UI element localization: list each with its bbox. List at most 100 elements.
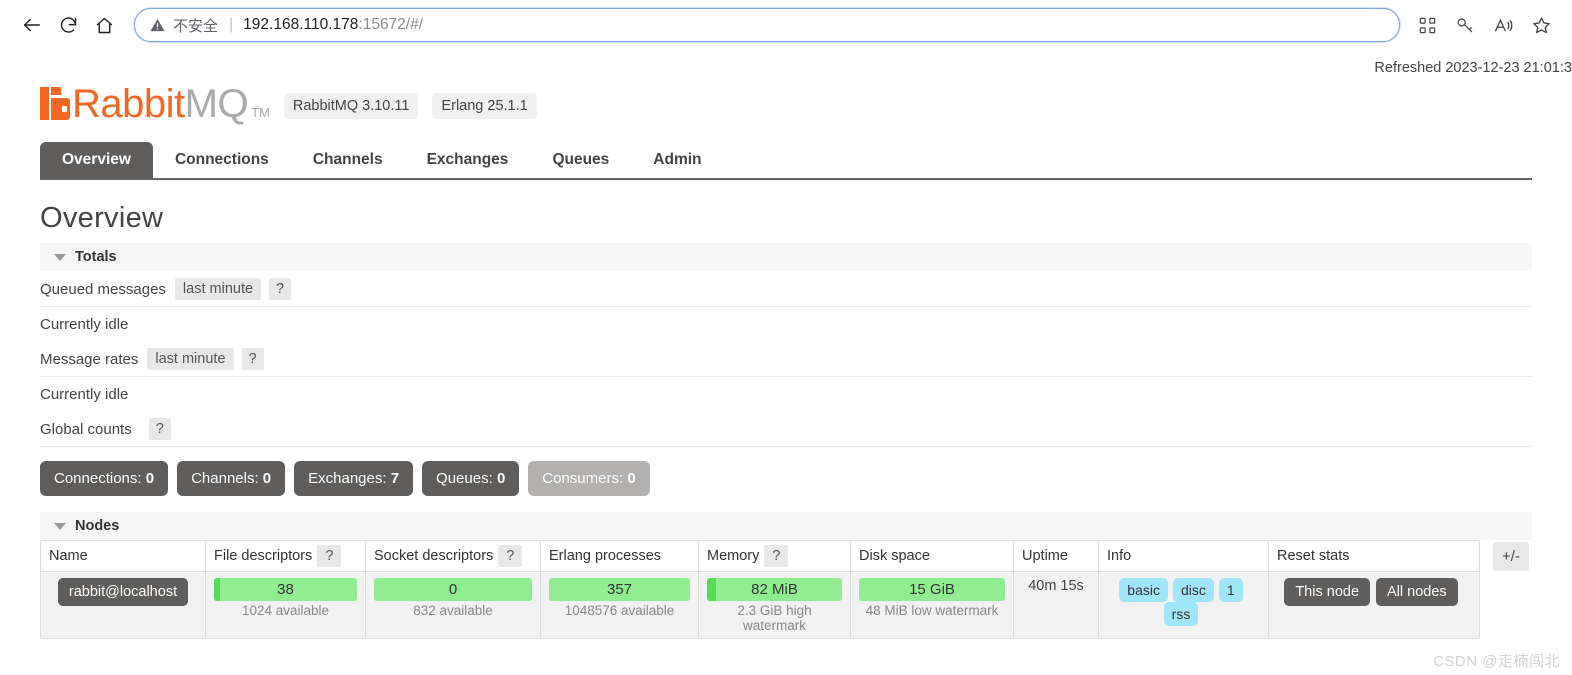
node-uptime-cell: 40m 15s [1013,571,1099,639]
memory-bar: 82 MiB [707,578,842,601]
star-icon[interactable] [1524,8,1558,42]
count-consumers-value: 0 [627,470,636,487]
column-info-label: Info [1107,548,1132,564]
brand-header: Rabbit MQ TM RabbitMQ 3.10.11 Erlang 25.… [40,50,1532,124]
count-channels[interactable]: Channels: 0 [177,461,286,496]
global-counts-help-icon[interactable]: ? [148,418,171,440]
message-rates-period-select[interactable]: last minute [147,348,234,370]
browser-action-icons [1410,8,1558,42]
socket-descriptors-help-icon[interactable]: ? [498,545,523,567]
collapse-caret-icon[interactable] [54,522,66,530]
count-exchanges-label: Exchanges: [308,470,387,487]
column-info[interactable]: Info [1098,540,1269,572]
rabbitmq-logo[interactable]: Rabbit MQ TM [40,84,270,124]
node-memory-cell: 82 MiB 2.3 GiB high watermark [698,571,851,639]
node-socket-descriptors-cell: 0 832 available [365,571,541,639]
table-header-row: Name File descriptors? Socket descriptor… [40,540,1480,572]
not-secure-warning-icon [150,18,165,31]
socket-descriptors-bar: 0 [374,578,532,601]
column-memory-label: Memory [707,548,760,564]
info-badge-count[interactable]: 1 [1218,578,1243,602]
queued-messages-help-icon[interactable]: ? [269,278,292,300]
logo-trademark: TM [251,105,270,120]
global-counts-row: Global counts ? [40,411,1532,447]
count-connections[interactable]: Connections: 0 [40,461,169,496]
node-name-badge[interactable]: rabbit@localhost [57,578,189,606]
reset-this-node-button[interactable]: This node [1284,578,1371,606]
qr-code-icon[interactable] [1410,8,1444,42]
socket-descriptors-value: 0 [448,581,458,598]
erlang-version-badge: Erlang 25.1.1 [432,93,537,119]
node-info-cell: basic disc 1 rss [1098,571,1269,639]
tab-connections[interactable]: Connections [153,142,291,178]
count-consumers[interactable]: Consumers: 0 [528,461,650,496]
reload-icon[interactable] [50,7,86,43]
nodes-table: Name File descriptors? Socket descriptor… [40,540,1480,639]
logo-mq-text: MQ [184,82,249,126]
tab-channels[interactable]: Channels [291,142,405,178]
node-disk-space-cell: 15 GiB 48 MiB low watermark [850,571,1014,639]
column-reset-stats[interactable]: Reset stats [1268,540,1480,572]
column-socket-descriptors[interactable]: Socket descriptors? [365,540,541,572]
node-name-cell: rabbit@localhost [40,571,206,639]
message-rates-row: Message rates last minute ? [40,341,1532,377]
queued-messages-period-select[interactable]: last minute [174,278,262,300]
nodes-section-label: Nodes [75,518,120,534]
column-erlang-processes[interactable]: Erlang processes [540,540,699,572]
memory-help-icon[interactable]: ? [764,545,789,567]
column-socket-descriptors-label: Socket descriptors [374,548,494,564]
page-title: Overview [40,202,164,234]
read-aloud-icon[interactable] [1486,8,1520,42]
info-badge-disc[interactable]: disc [1172,578,1214,602]
nodes-table-wrapper: Name File descriptors? Socket descriptor… [40,540,1532,639]
erlang-processes-bar: 357 [549,578,690,601]
rabbitmq-version-badge: RabbitMQ 3.10.11 [283,93,419,119]
count-channels-value: 0 [262,470,272,487]
global-counts-badges: Connections: 0 Channels: 0 Exchanges: 7 … [40,447,1532,512]
main-navigation-tabs: Overview Connections Channels Exchanges … [40,142,1532,180]
nodes-section-header[interactable]: Nodes [40,512,1532,540]
back-icon[interactable] [14,7,50,43]
tab-admin[interactable]: Admin [631,142,723,178]
message-rates-label: Message rates [40,350,139,368]
logo-rabbit-text: Rabbit [72,82,185,126]
tab-exchanges[interactable]: Exchanges [405,142,531,178]
file-descriptors-bar: 38 [214,578,357,601]
file-descriptors-help-icon[interactable]: ? [317,545,342,567]
address-bar[interactable]: 不安全 | 192.168.110.178:15672/#/ [134,8,1400,42]
count-queues[interactable]: Queues: 0 [422,461,520,496]
totals-section-header[interactable]: Totals [40,243,1532,271]
toggle-columns-button[interactable]: +/- [1493,542,1529,571]
csdn-watermark: CSDN @走楠闯北 [1433,653,1560,670]
url-path: :15672/#/ [358,16,424,33]
disk-space-bar: 15 GiB [859,578,1005,601]
file-descriptors-sub: 1024 available [241,603,330,618]
count-queues-value: 0 [496,470,506,487]
message-rates-idle-text: Currently idle [40,386,129,403]
collapse-caret-icon[interactable] [54,253,66,261]
info-badge-basic[interactable]: basic [1119,578,1168,602]
erlang-processes-sub: 1048576 available [564,603,675,618]
url-host: 192.168.110.178 [243,16,359,33]
count-channels-label: Channels: [191,470,259,487]
disk-space-value: 15 GiB [909,581,955,598]
tab-overview[interactable]: Overview [40,142,153,178]
memory-sub: 2.3 GiB high watermark [737,603,812,633]
count-connections-label: Connections: [54,470,142,487]
reset-all-nodes-button[interactable]: All nodes [1376,578,1458,606]
count-exchanges[interactable]: Exchanges: 7 [294,461,414,496]
column-file-descriptors[interactable]: File descriptors? [205,540,366,572]
column-name[interactable]: Name [40,540,206,572]
node-file-descriptors-cell: 38 1024 available [205,571,366,639]
message-rates-help-icon[interactable]: ? [241,348,264,370]
column-memory[interactable]: Memory? [698,540,851,572]
count-consumers-label: Consumers: [542,470,624,487]
file-descriptors-value: 38 [277,581,294,598]
url-text: 192.168.110.178:15672/#/ [243,16,423,34]
home-icon[interactable] [86,7,122,43]
tab-queues[interactable]: Queues [530,142,631,178]
info-badge-rss[interactable]: rss [1163,602,1199,626]
key-icon[interactable] [1448,8,1482,42]
column-disk-space[interactable]: Disk space [850,540,1014,572]
column-uptime[interactable]: Uptime [1013,540,1099,572]
